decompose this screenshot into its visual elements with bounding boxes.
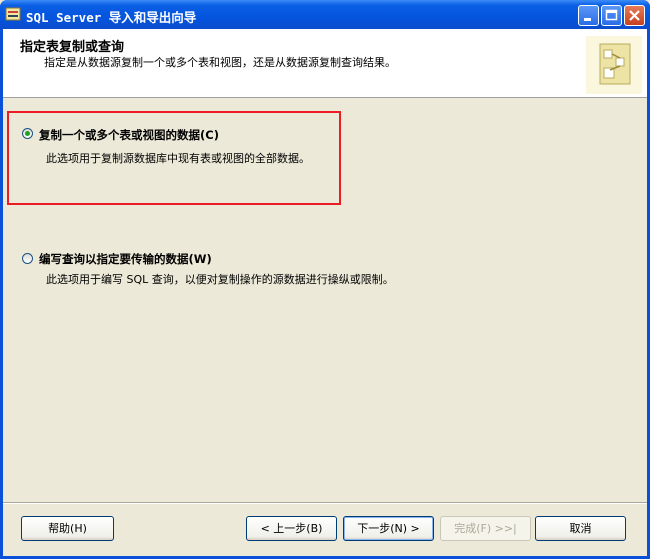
page-header: 指定表复制或查询 指定是从数据源复制一个或多个表和视图，还是从数据源复制查询结果… xyxy=(3,29,647,98)
maximize-button[interactable] xyxy=(601,5,622,26)
option-copy-tables-description: 此选项用于复制源数据库中现有表或视图的全部数据。 xyxy=(46,152,310,165)
radio-selected-dot xyxy=(25,131,30,136)
wizard-body: 指定表复制或查询 指定是从数据源复制一个或多个表和视图，还是从数据源复制查询结果… xyxy=(3,29,647,556)
help-button[interactable]: 帮助(H) xyxy=(21,516,114,541)
sql-server-icon xyxy=(5,7,21,21)
page-title: 指定表复制或查询 xyxy=(20,40,125,55)
maximize-icon xyxy=(605,9,618,21)
page-subtitle: 指定是从数据源复制一个或多个表和视图，还是从数据源复制查询结果。 xyxy=(44,56,396,69)
finish-button[interactable]: 完成(F) >>| xyxy=(440,516,531,541)
close-button[interactable] xyxy=(624,5,645,26)
radio-copy-tables[interactable] xyxy=(22,128,33,139)
option-copy-tables-label[interactable]: 复制一个或多个表或视图的数据(C) xyxy=(39,127,219,143)
close-icon xyxy=(629,10,640,21)
back-button[interactable]: < 上一步(B) xyxy=(246,516,337,541)
next-button[interactable]: 下一步(N) > xyxy=(343,516,434,541)
radio-write-query[interactable] xyxy=(22,253,33,264)
option-write-query-label[interactable]: 编写查询以指定要传输的数据(W) xyxy=(39,251,212,267)
option-write-query-description: 此选项用于编写 SQL 查询，以便对复制操作的源数据进行操纵或限制。 xyxy=(46,273,394,286)
minimize-button[interactable] xyxy=(578,5,599,26)
cancel-button[interactable]: 取消 xyxy=(535,516,626,541)
wizard-window: SQL Server 导入和导出向导 指定表复制或查询 指定是从数据源复制一个或… xyxy=(0,0,650,559)
footer-divider xyxy=(3,502,647,504)
wizard-graphic-icon xyxy=(586,36,642,94)
title-bar[interactable]: SQL Server 导入和导出向导 xyxy=(0,0,650,29)
window-title: SQL Server 导入和导出向导 xyxy=(26,10,197,25)
minimize-icon xyxy=(584,18,591,21)
